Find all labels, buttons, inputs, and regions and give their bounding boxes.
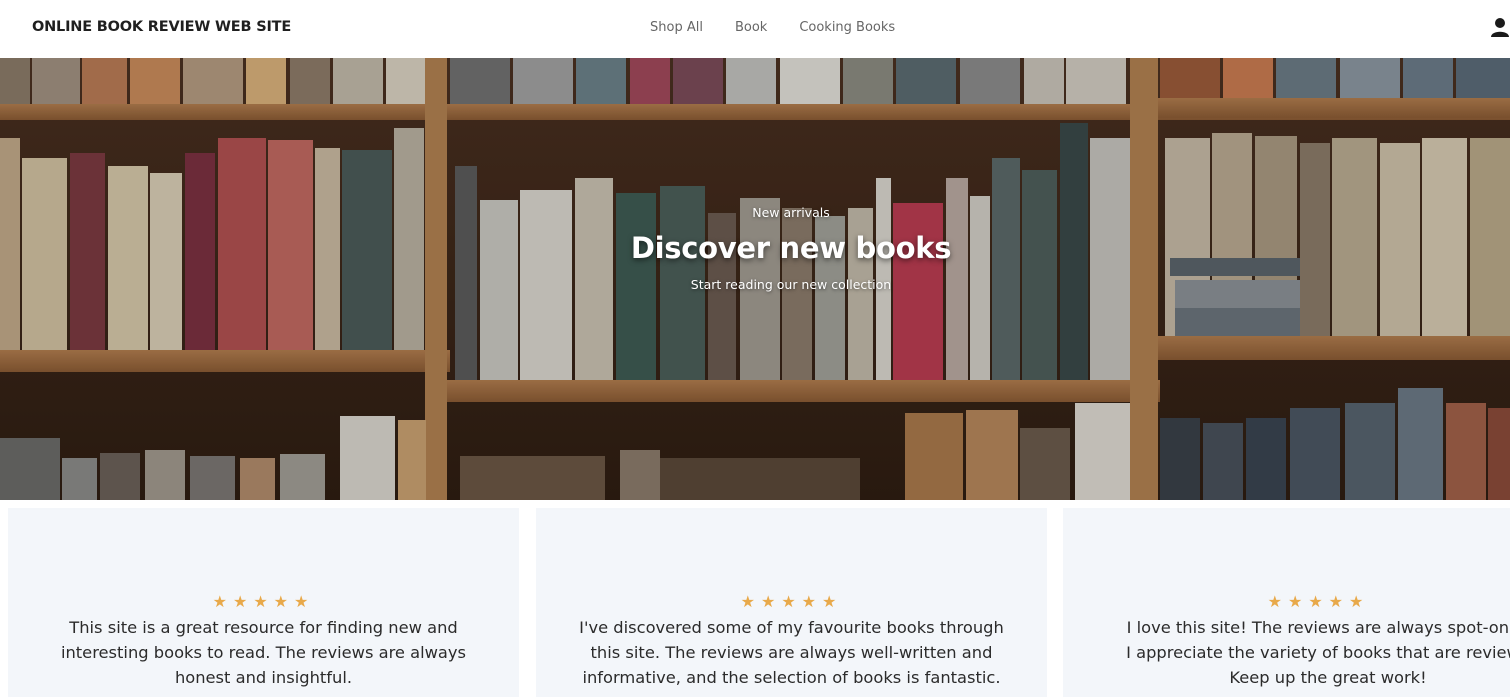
review-text: I've discovered some of my favourite boo… <box>579 618 1004 687</box>
review-card: ★★★★★ This site is a great resource for … <box>8 508 519 697</box>
review-text: This site is a great resource for findin… <box>60 618 467 687</box>
main-nav: Shop All Book Cooking Books <box>650 20 927 35</box>
hero-subtitle: Start reading our new collection <box>690 277 892 292</box>
review-card: ★★★★★ I've discovered some of my favouri… <box>536 508 1047 697</box>
review-card: ★★★★★ I love this site! The reviews are … <box>1063 508 1510 697</box>
review-line: I appreciate the variety of books that a… <box>1126 643 1510 662</box>
nav-cooking-books[interactable]: Cooking Books <box>799 20 895 35</box>
hero-title: Discover new books <box>630 231 952 265</box>
star-rating: ★★★★★ <box>740 592 843 611</box>
review-line: Keep up the great work! <box>1229 668 1427 687</box>
user-icon[interactable] <box>1490 17 1510 39</box>
nav-shop-all[interactable]: Shop All <box>650 20 703 35</box>
site-brand[interactable]: ONLINE BOOK REVIEW WEB SITE <box>32 19 291 35</box>
reviews-section: ★★★★★ This site is a great resource for … <box>0 500 1510 697</box>
site-header: ONLINE BOOK REVIEW WEB SITE Shop All Boo… <box>0 0 1510 58</box>
hero-kicker: New arrivals <box>752 205 830 220</box>
review-text: I love this site! The reviews are always… <box>1093 615 1510 690</box>
nav-book[interactable]: Book <box>735 20 767 35</box>
star-rating: ★★★★★ <box>212 592 315 611</box>
star-rating: ★★★★★ <box>1267 592 1370 611</box>
hero-banner: New arrivals Discover new books Start re… <box>0 58 1510 500</box>
review-line: I love this site! The reviews are always… <box>1126 618 1510 637</box>
